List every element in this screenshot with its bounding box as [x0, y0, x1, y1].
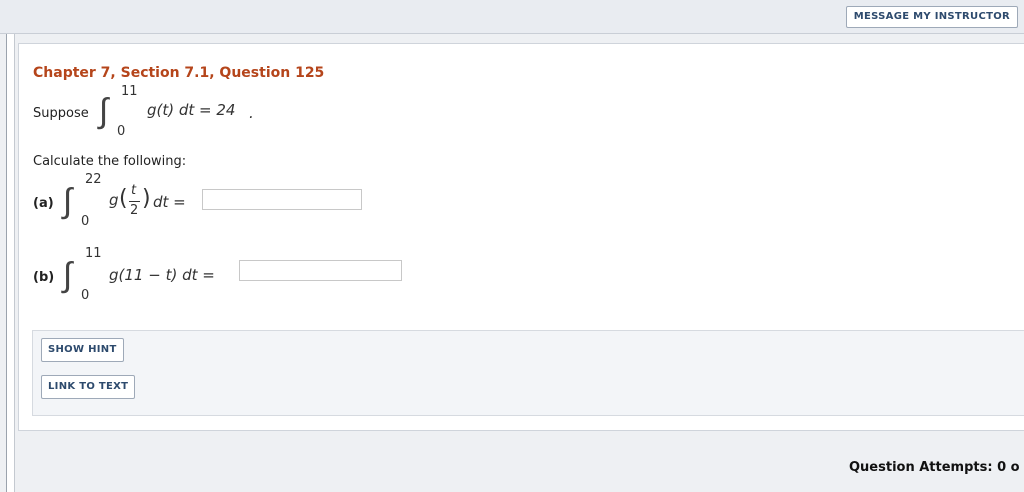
- part-a-integral: ∫ 22 0 g ( t 2 ) dt =: [63, 172, 203, 232]
- integral-sign: ∫: [63, 255, 73, 295]
- upper-limit: 11: [85, 246, 102, 261]
- fraction-denominator: 2: [130, 203, 139, 218]
- integrand-g: g: [109, 191, 119, 209]
- message-instructor-button[interactable]: MESSAGE MY INSTRUCTOR: [845, 6, 1018, 28]
- hint-panel: SHOW HINT LINK TO TEXT: [32, 330, 1024, 416]
- paren-open: (: [119, 186, 128, 211]
- upper-limit: 11: [121, 84, 138, 99]
- content-area: Chapter 7, Section 7.1, Question 125 Sup…: [0, 34, 1024, 492]
- question-title: Chapter 7, Section 7.1, Question 125: [33, 65, 325, 81]
- part-a-answer-input[interactable]: [202, 189, 362, 210]
- lower-limit: 0: [81, 288, 90, 303]
- part-b-integral: ∫ 11 0 g(11 − t) dt =: [63, 246, 243, 306]
- show-hint-button[interactable]: SHOW HINT: [41, 338, 124, 362]
- given-integral: ∫ 11 0 g(t) dt = 24 .: [99, 84, 289, 144]
- question-card: Chapter 7, Section 7.1, Question 125 Sup…: [18, 43, 1024, 431]
- left-scroll-rail: [6, 34, 15, 492]
- suppose-label: Suppose: [33, 106, 89, 121]
- integrand: g(11 − t) dt =: [109, 266, 215, 284]
- paren-close: ): [142, 186, 151, 211]
- lower-limit: 0: [81, 214, 90, 229]
- link-to-text-button[interactable]: LINK TO TEXT: [41, 375, 136, 399]
- integrand: g(t) dt = 24: [147, 101, 236, 119]
- part-b-label: (b): [33, 270, 55, 285]
- lower-limit: 0: [117, 124, 126, 139]
- upper-limit: 22: [85, 172, 102, 187]
- period: .: [249, 104, 254, 122]
- question-attempts: Question Attempts: 0 o: [849, 460, 1020, 475]
- top-bar: MESSAGE MY INSTRUCTOR: [0, 0, 1024, 34]
- part-b-answer-input[interactable]: [239, 260, 402, 281]
- calculate-label: Calculate the following:: [33, 154, 187, 169]
- part-a-label: (a): [33, 196, 54, 211]
- fraction-bar: [129, 201, 140, 202]
- integral-sign: ∫: [63, 181, 73, 221]
- integral-sign: ∫: [99, 91, 109, 131]
- fraction-numerator: t: [131, 183, 137, 198]
- integrand-dt: dt =: [153, 193, 186, 211]
